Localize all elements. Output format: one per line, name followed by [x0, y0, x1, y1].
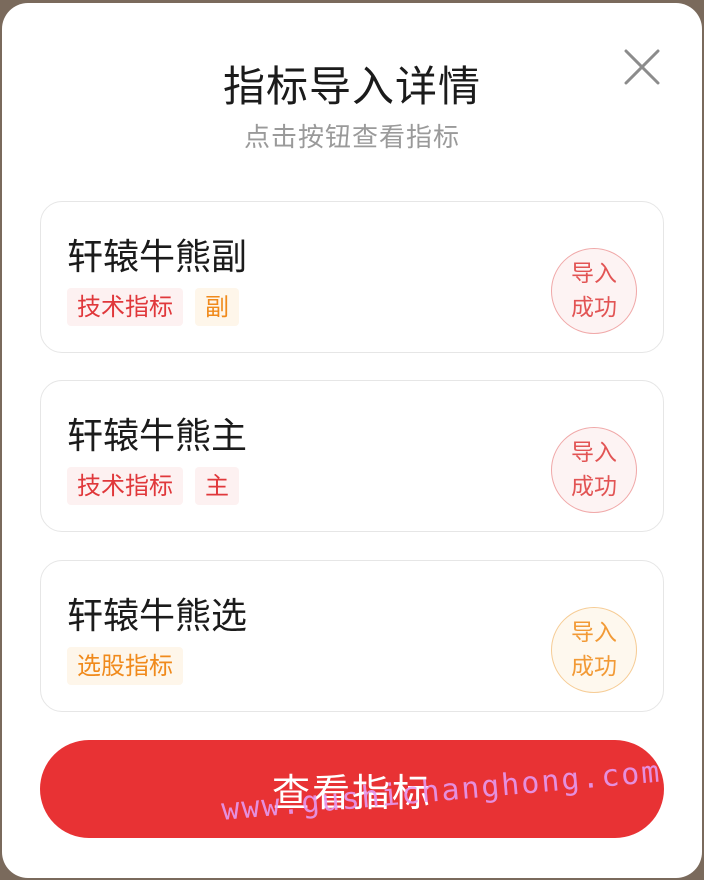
tag-list: 选股指标 — [67, 647, 183, 685]
tag-type: 选股指标 — [67, 647, 183, 685]
tag-type: 技术指标 — [67, 288, 183, 326]
stamp-line1: 导入 — [571, 261, 617, 287]
import-success-stamp: 导入 成功 — [551, 607, 637, 693]
indicator-card: 轩辕牛熊选 选股指标 导入 成功 — [40, 560, 664, 712]
stamp-line1: 导入 — [571, 440, 617, 466]
stamp-line2: 成功 — [571, 474, 617, 500]
stamp-line2: 成功 — [571, 654, 617, 680]
indicator-card: 轩辕牛熊主 技术指标 主 导入 成功 — [40, 380, 664, 532]
tag-list: 技术指标 副 — [67, 288, 239, 326]
close-icon[interactable] — [622, 47, 662, 87]
import-success-stamp: 导入 成功 — [551, 427, 637, 513]
stamp-line1: 导入 — [571, 620, 617, 646]
import-details-dialog: 指标导入详情 点击按钮查看指标 轩辕牛熊副 技术指标 副 导入 成功 轩辕牛熊主… — [2, 3, 702, 878]
indicator-name: 轩辕牛熊副 — [67, 237, 248, 278]
import-success-stamp: 导入 成功 — [551, 248, 637, 334]
dialog-subtitle: 点击按钮查看指标 — [243, 123, 460, 153]
indicator-name: 轩辕牛熊选 — [67, 596, 248, 637]
tag-type: 技术指标 — [67, 467, 183, 505]
tag-list: 技术指标 主 — [67, 467, 239, 505]
indicator-card: 轩辕牛熊副 技术指标 副 导入 成功 — [40, 201, 664, 353]
stamp-line2: 成功 — [571, 295, 617, 321]
tag-position: 副 — [195, 288, 239, 326]
dialog-title: 指标导入详情 — [222, 62, 481, 111]
tag-position: 主 — [195, 467, 239, 505]
indicator-name: 轩辕牛熊主 — [67, 416, 248, 457]
